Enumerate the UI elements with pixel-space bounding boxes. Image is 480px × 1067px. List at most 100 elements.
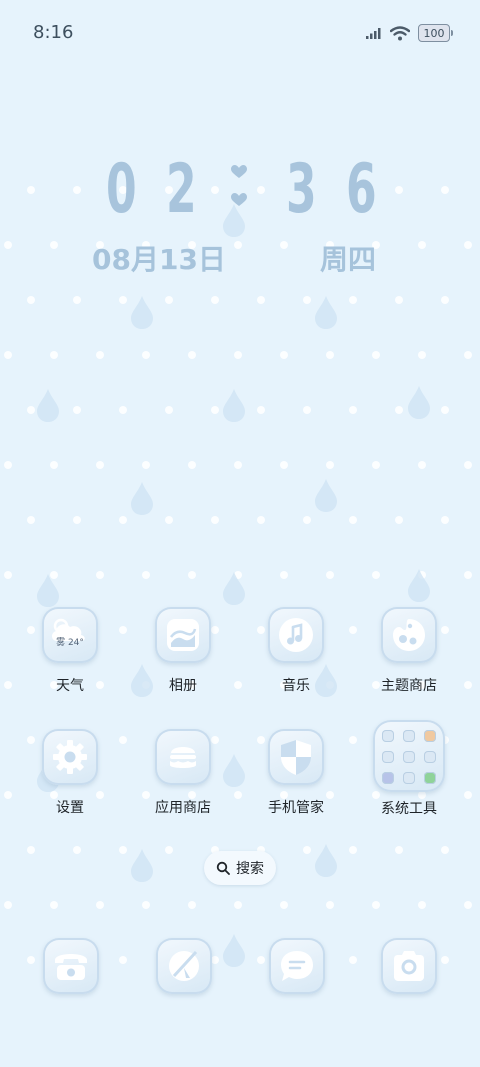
status-icons: 100: [366, 24, 453, 42]
mini-app-icon: [424, 751, 436, 763]
wallpaper-dot: [119, 846, 127, 854]
wallpaper-dot: [188, 571, 196, 579]
mini-app-icon: [382, 730, 394, 742]
wallpaper-dot: [27, 846, 35, 854]
wallpaper-dot: [349, 956, 357, 964]
wallpaper-raindrop: [131, 296, 153, 329]
wallpaper-dot: [4, 241, 12, 249]
wallpaper-dot: [464, 681, 472, 689]
app-store-icon: [155, 729, 211, 785]
wallpaper-dot: [372, 901, 380, 909]
gallery-icon: [155, 607, 211, 663]
wallpaper-dot: [188, 461, 196, 469]
wallpaper-dot: [142, 901, 150, 909]
wallpaper-dot: [165, 516, 173, 524]
wallpaper-dot: [257, 956, 265, 964]
app-music[interactable]: 音乐: [241, 607, 351, 695]
wallpaper-dot: [165, 296, 173, 304]
wallpaper-dot: [142, 461, 150, 469]
weather-badge: 雾 24°: [56, 637, 84, 648]
wallpaper-dot: [395, 846, 403, 854]
wallpaper-dot: [119, 296, 127, 304]
wallpaper-dot: [234, 241, 242, 249]
music-icon: [268, 607, 324, 663]
app-phone-manager[interactable]: 手机管家: [241, 729, 351, 817]
app-label: 相册: [169, 678, 197, 694]
search-icon: [216, 861, 230, 875]
wallpaper-raindrop: [131, 482, 153, 515]
clock-hour-tens: 0: [106, 150, 137, 229]
app-app-store[interactable]: 应用商店: [128, 729, 238, 817]
mini-app-icon: [403, 730, 415, 742]
wallpaper-raindrop: [37, 574, 59, 607]
status-time: 8:16: [33, 22, 74, 43]
wallpaper-dot: [165, 846, 173, 854]
wallpaper-dot: [73, 406, 81, 414]
wallpaper-dot: [234, 901, 242, 909]
app-theme-store[interactable]: 主题商店: [354, 607, 464, 695]
wallpaper-dot: [257, 296, 265, 304]
wallpaper-dot: [280, 351, 288, 359]
mini-app-icon: [424, 730, 436, 742]
wallpaper-dot: [418, 351, 426, 359]
dock-messages[interactable]: [269, 938, 325, 994]
wallpaper-dot: [96, 901, 104, 909]
wallpaper-dot: [4, 681, 12, 689]
shield-icon: [268, 729, 324, 785]
dock-phone[interactable]: [43, 938, 99, 994]
wallpaper-dot: [280, 901, 288, 909]
wifi-icon: [390, 25, 410, 40]
wallpaper-dot: [418, 461, 426, 469]
clock-minute-ones: 6: [346, 150, 377, 229]
search-button[interactable]: 搜索: [204, 851, 276, 885]
wallpaper-dot: [349, 296, 357, 304]
clock-widget[interactable]: 0 2 3 6: [0, 150, 480, 229]
wallpaper-dot: [395, 296, 403, 304]
battery-indicator: 100: [418, 24, 453, 42]
mini-app-icon: [403, 772, 415, 784]
browser-icon: [156, 938, 212, 994]
wallpaper-dot: [119, 956, 127, 964]
wallpaper-dot: [234, 461, 242, 469]
wallpaper-dot: [4, 461, 12, 469]
wallpaper-dot: [50, 351, 58, 359]
app-label: 手机管家: [268, 800, 324, 816]
wallpaper-dot: [280, 241, 288, 249]
wallpaper-dot: [257, 516, 265, 524]
wallpaper-dot: [326, 351, 334, 359]
wallpaper-dot: [418, 901, 426, 909]
dock-browser[interactable]: [156, 938, 212, 994]
wallpaper-raindrop: [315, 479, 337, 512]
wallpaper-dot: [349, 846, 357, 854]
wallpaper-dot: [395, 516, 403, 524]
wallpaper-dot: [257, 406, 265, 414]
wallpaper-dot: [464, 571, 472, 579]
wallpaper-dot: [211, 296, 219, 304]
wallpaper-raindrop: [315, 296, 337, 329]
wallpaper-dot: [280, 571, 288, 579]
phone-icon: [43, 938, 99, 994]
app-weather[interactable]: 雾 24° 天气: [15, 607, 125, 695]
app-settings[interactable]: 设置: [15, 729, 125, 817]
folder-system-tools[interactable]: 系统工具: [354, 720, 464, 818]
wallpaper-raindrop: [408, 386, 430, 419]
wallpaper-dot: [326, 461, 334, 469]
message-icon: [269, 938, 325, 994]
wallpaper-dot: [372, 461, 380, 469]
wallpaper-dot: [464, 461, 472, 469]
mini-app-icon: [382, 772, 394, 784]
wallpaper-dot: [303, 296, 311, 304]
wallpaper-dot: [464, 351, 472, 359]
wallpaper-dot: [326, 571, 334, 579]
wallpaper-dot: [142, 571, 150, 579]
wallpaper-dot: [418, 241, 426, 249]
dock-camera[interactable]: [381, 938, 437, 994]
wallpaper-dot: [441, 406, 449, 414]
wallpaper-dot: [234, 351, 242, 359]
app-label: 设置: [56, 800, 84, 816]
wallpaper-dot: [464, 241, 472, 249]
app-gallery[interactable]: 相册: [128, 607, 238, 695]
mini-app-icon: [403, 751, 415, 763]
app-label: 天气: [56, 678, 84, 694]
wallpaper-dot: [372, 571, 380, 579]
